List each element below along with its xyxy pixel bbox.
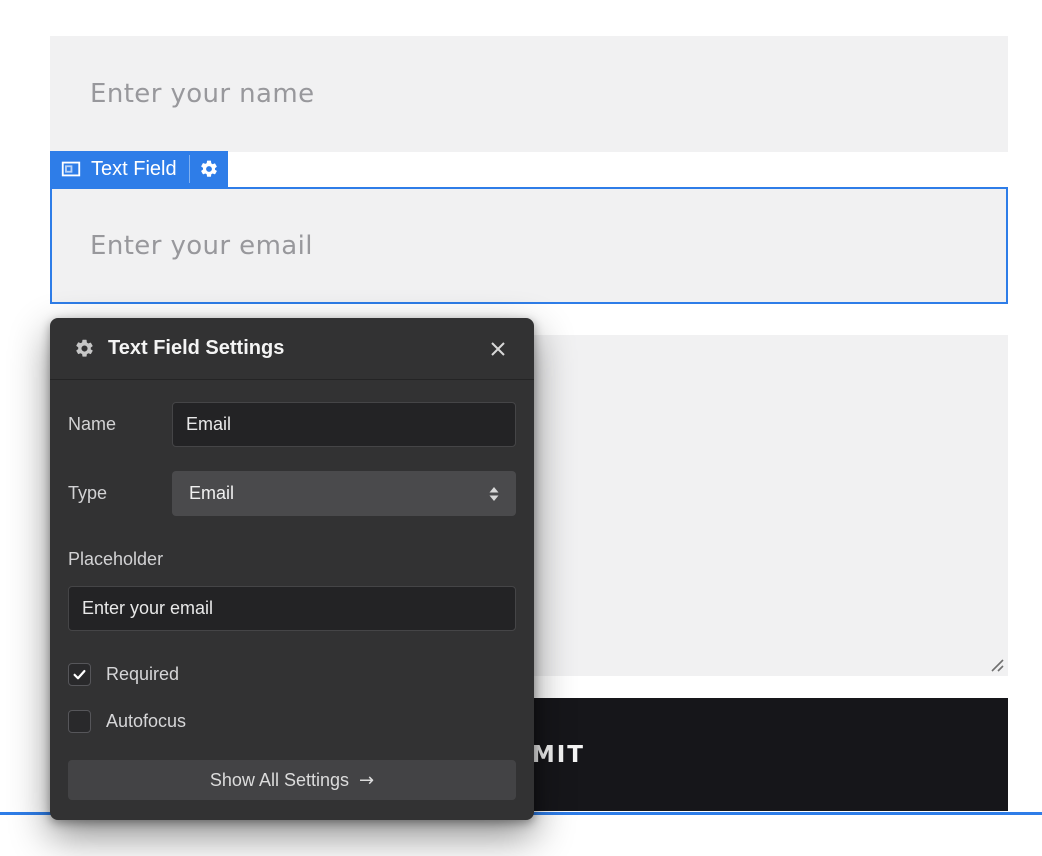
autofocus-checkbox-label: Autofocus [106, 711, 186, 732]
placeholder-setting-input[interactable] [68, 586, 516, 631]
autofocus-checkbox[interactable] [68, 710, 91, 733]
name-field[interactable] [50, 36, 1008, 152]
checkmark-icon [72, 667, 87, 682]
required-checkbox[interactable] [68, 663, 91, 686]
type-select-value: Email [189, 483, 486, 504]
name-field-label: Name [68, 414, 172, 435]
element-badge-label: Text Field [91, 158, 177, 181]
designer-canvas: Text Field SUBMIT [0, 0, 1042, 856]
gear-icon [74, 338, 95, 359]
placeholder-field-label: Placeholder [68, 549, 516, 570]
gear-icon [199, 159, 219, 179]
name-setting-input[interactable] [172, 402, 516, 447]
element-badge-main[interactable]: Text Field [50, 151, 189, 187]
email-field[interactable] [52, 189, 1006, 302]
resize-corner-icon[interactable] [988, 656, 1006, 674]
show-all-settings-button[interactable]: Show All Settings → [68, 760, 516, 800]
type-select[interactable]: Email [172, 471, 516, 516]
email-field-selection-outline [50, 187, 1008, 304]
arrow-right-icon: → [359, 770, 374, 791]
up-down-chevrons-icon [486, 485, 502, 503]
autofocus-checkbox-row[interactable]: Autofocus [68, 709, 516, 733]
element-badge[interactable]: Text Field [50, 151, 228, 187]
text-field-icon [60, 158, 82, 180]
element-settings-gear-button[interactable] [190, 151, 228, 187]
required-checkbox-row[interactable]: Required [68, 662, 516, 686]
show-all-settings-label: Show All Settings [210, 770, 349, 791]
required-checkbox-label: Required [106, 664, 179, 685]
panel-header: Text Field Settings [50, 318, 534, 380]
close-button[interactable] [484, 335, 512, 363]
text-field-settings-panel: Text Field Settings Name Type Email [50, 318, 534, 820]
type-field-label: Type [68, 483, 172, 504]
panel-title: Text Field Settings [108, 337, 484, 360]
